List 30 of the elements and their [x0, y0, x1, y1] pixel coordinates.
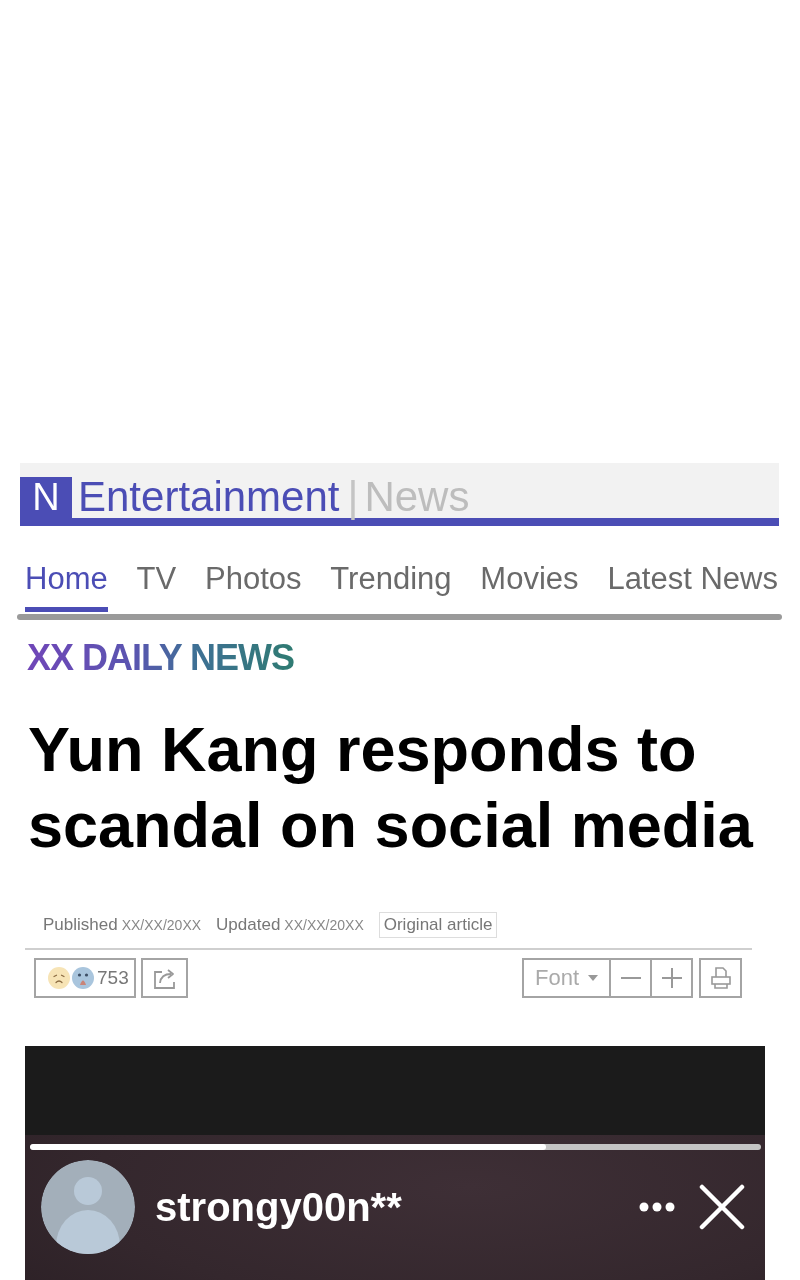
increase-font-button[interactable] [650, 958, 693, 998]
share-icon [151, 966, 178, 990]
logo-mark: N [20, 477, 72, 518]
nav-tab[interactable]: TV [136, 559, 177, 612]
original-article-link[interactable]: Original article [378, 911, 498, 938]
sad-face-icon [48, 967, 70, 989]
reaction-button[interactable]: 753 [34, 958, 136, 998]
caret-icon [588, 975, 598, 981]
shocked-face-icon [72, 967, 94, 989]
section-title: Entertainment [78, 476, 340, 518]
more-icon[interactable] [639, 1202, 675, 1212]
article-headline: Yun Kang responds to scandal on social media [28, 713, 755, 862]
date-label: Updated [216, 914, 281, 935]
plus-icon [661, 968, 682, 988]
close-icon[interactable] [699, 1184, 745, 1230]
date-value: XX/XX/20XX [121, 916, 202, 933]
nav-tab[interactable]: Latest News [607, 559, 778, 612]
minus-icon [620, 977, 641, 979]
nav-tab[interactable]: Trending [330, 559, 452, 612]
decrease-font-button[interactable] [609, 958, 652, 998]
printer-icon [710, 967, 731, 989]
print-button[interactable] [699, 958, 742, 998]
nav-tab[interactable]: Movies [480, 559, 579, 612]
share-button[interactable] [141, 958, 188, 998]
username: strongy00n** [155, 1184, 402, 1230]
nav-tab[interactable]: Photos [205, 559, 302, 612]
date-value: XX/XX/20XX [284, 916, 364, 933]
avatar-silhouette-icon [41, 1160, 135, 1254]
date-label: Published [43, 914, 118, 935]
separator-text: | [347, 476, 359, 518]
